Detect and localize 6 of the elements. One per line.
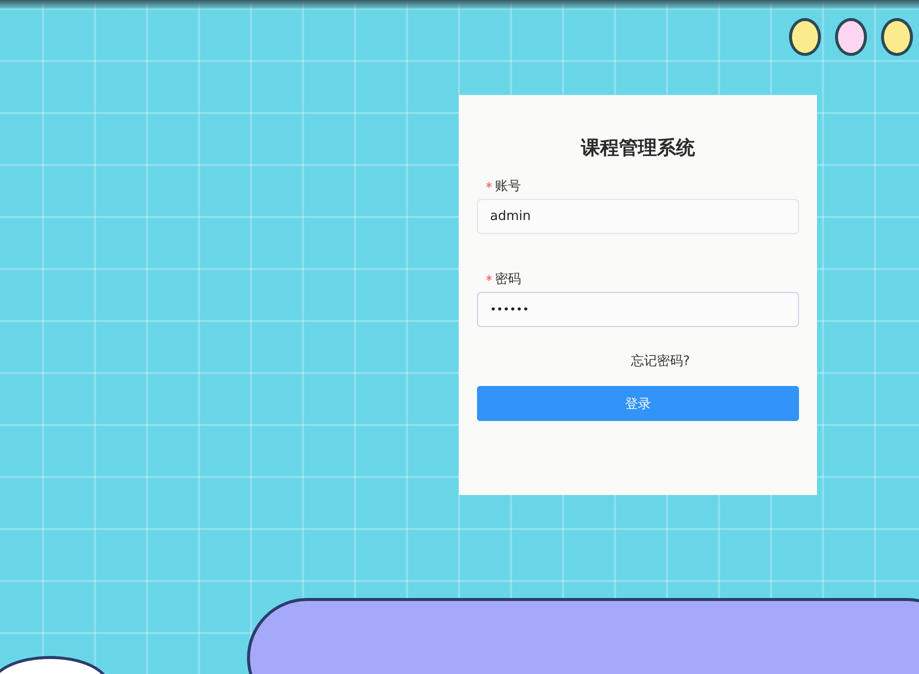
field-label: 密码 [495, 271, 521, 288]
username-field[interactable]: admin [477, 199, 799, 234]
password-field[interactable]: •••••• [477, 292, 799, 327]
forgot-password-link[interactable]: 忘记密码? [631, 352, 690, 370]
field-label: 账号 [495, 178, 521, 195]
form-title: 课程管理系统 [580, 136, 696, 161]
